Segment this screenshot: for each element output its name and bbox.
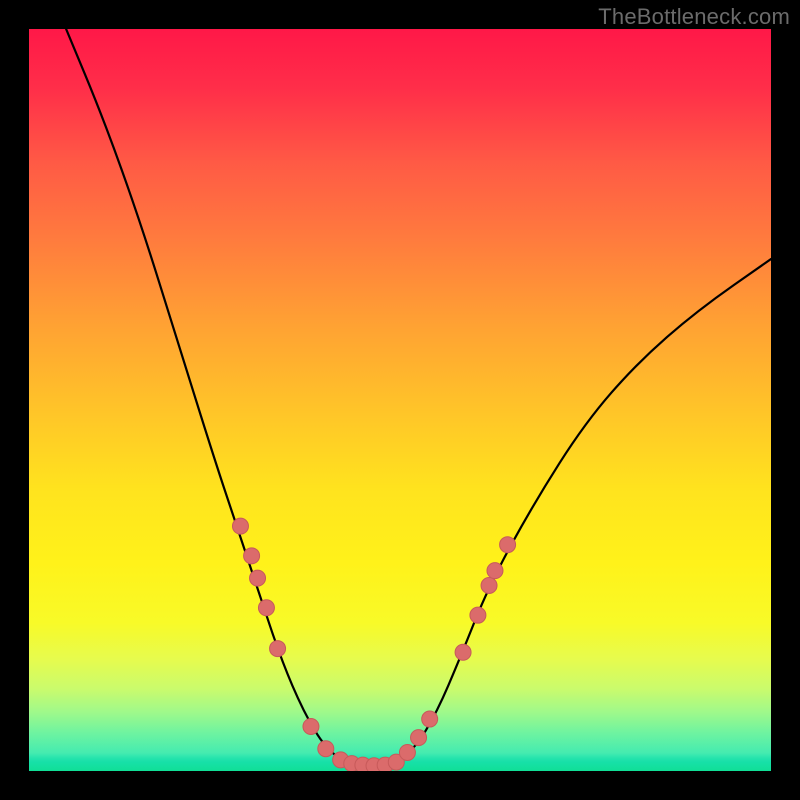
data-dot [258, 600, 274, 616]
data-dot [244, 548, 260, 564]
data-dot [500, 537, 516, 553]
data-dot [470, 607, 486, 623]
data-dot [232, 518, 248, 534]
data-dot [399, 744, 415, 760]
chart-container: TheBottleneck.com [0, 0, 800, 800]
data-dot [318, 741, 334, 757]
bottleneck-curve [66, 29, 771, 766]
data-dot [481, 578, 497, 594]
data-dot [422, 711, 438, 727]
data-dot [270, 641, 286, 657]
chart-overlay-svg [29, 29, 771, 771]
data-dot [487, 563, 503, 579]
watermark-text: TheBottleneck.com [598, 4, 790, 30]
data-dot [455, 644, 471, 660]
data-dot [303, 718, 319, 734]
data-dots-group [232, 518, 515, 771]
data-dot [250, 570, 266, 586]
data-dot [411, 730, 427, 746]
